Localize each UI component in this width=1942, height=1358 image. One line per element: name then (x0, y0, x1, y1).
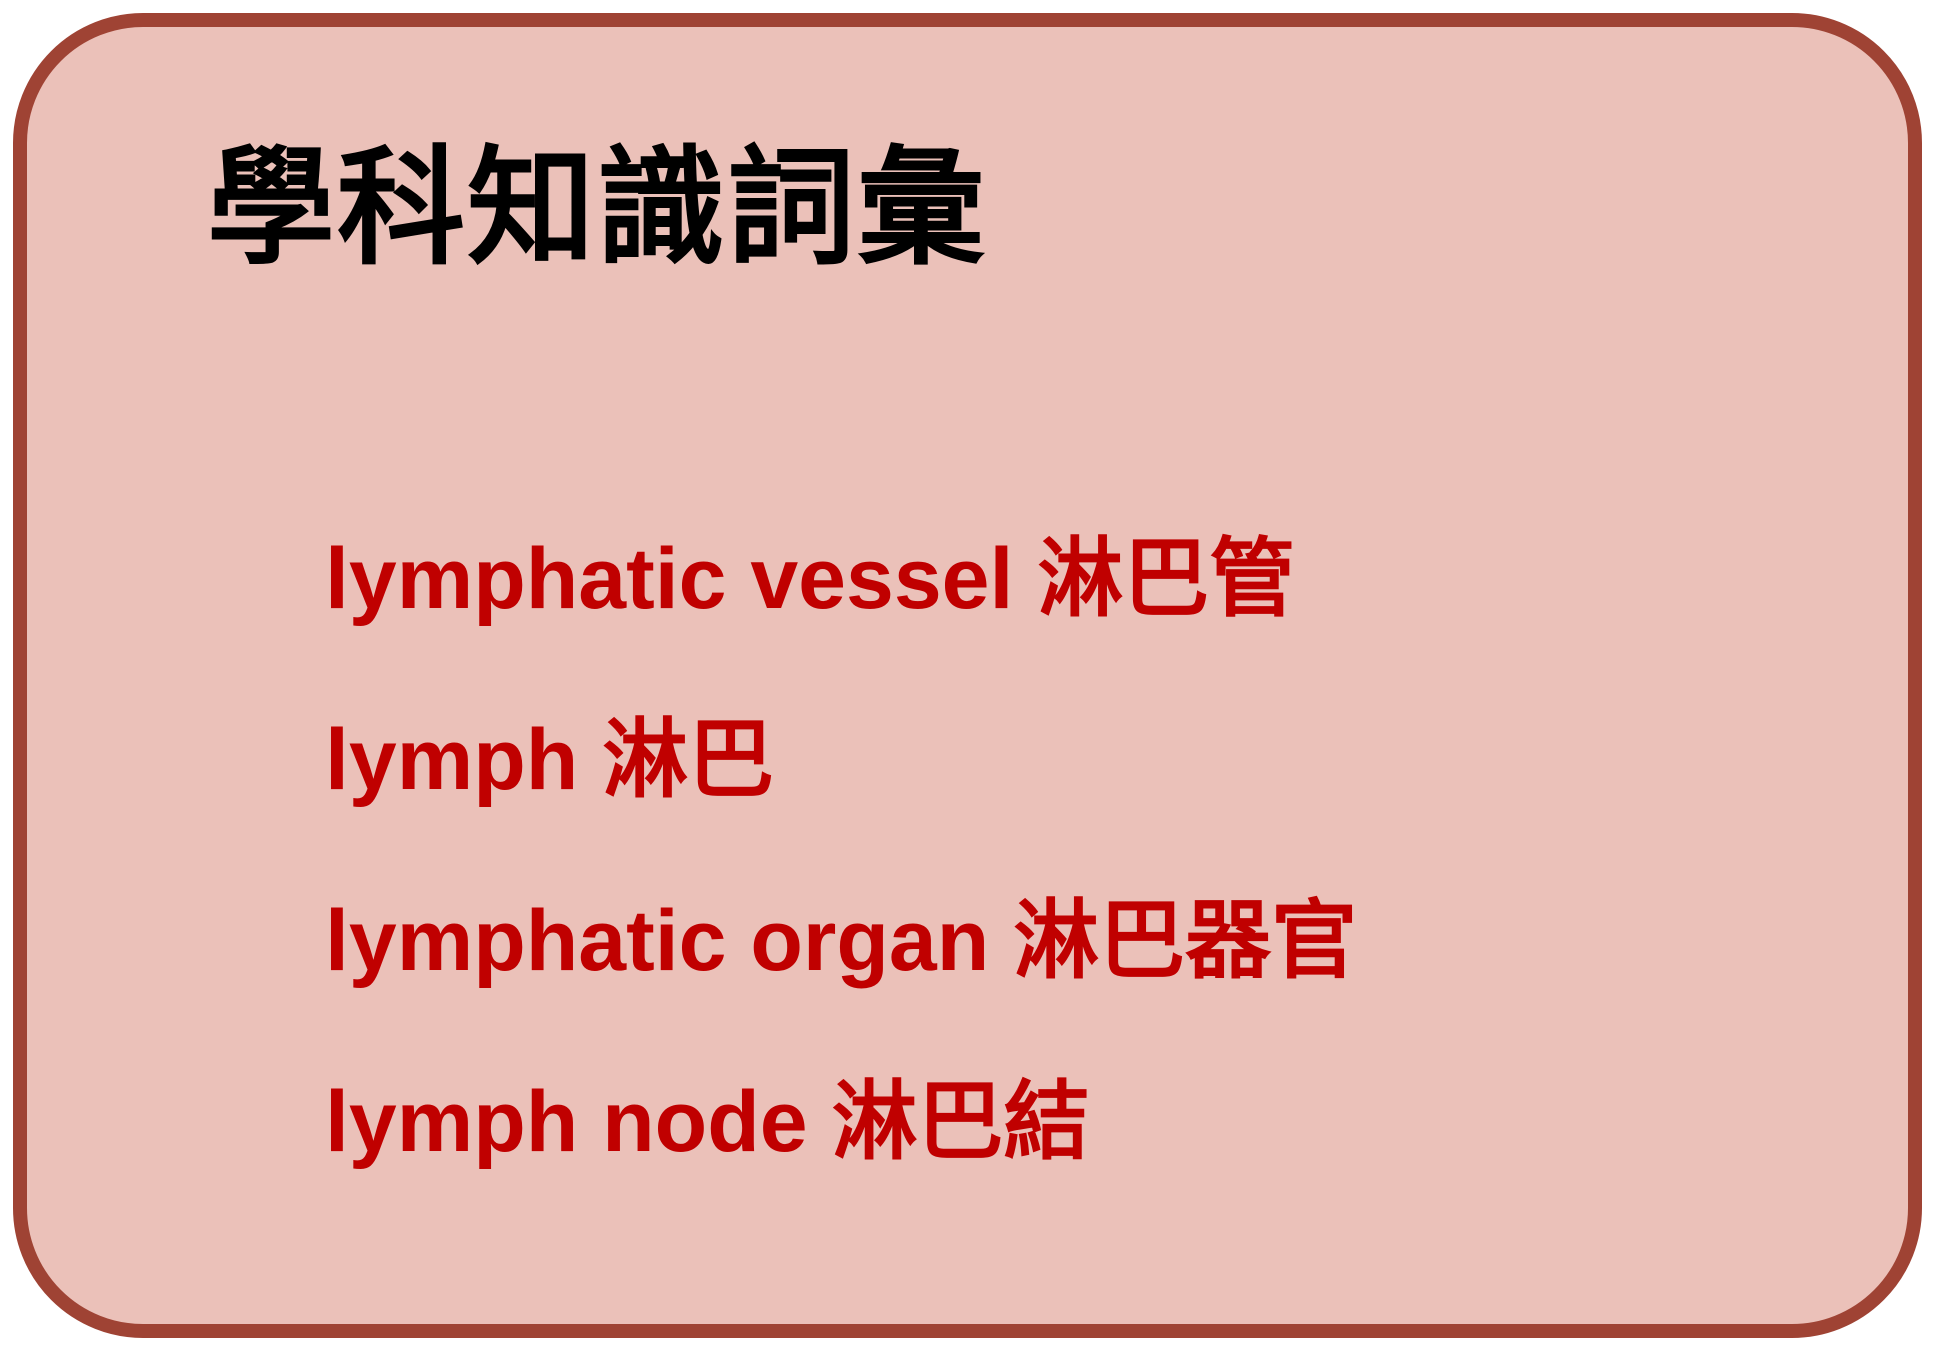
card-title: 學科知識詞彙 (207, 134, 988, 283)
term-item: lymph 淋巴 (325, 712, 775, 808)
term-item: lymphatic organ 淋巴器官 (325, 893, 1358, 989)
vocabulary-card: 學科知識詞彙 lymphatic vessel 淋巴管 lymph 淋巴 lym… (13, 13, 1922, 1338)
term-list: lymphatic vessel 淋巴管 lymph 淋巴 lymphatic … (325, 489, 1357, 1213)
term-item: lymphatic vessel 淋巴管 (325, 531, 1296, 627)
term-item: lymph node 淋巴結 (325, 1074, 1090, 1170)
